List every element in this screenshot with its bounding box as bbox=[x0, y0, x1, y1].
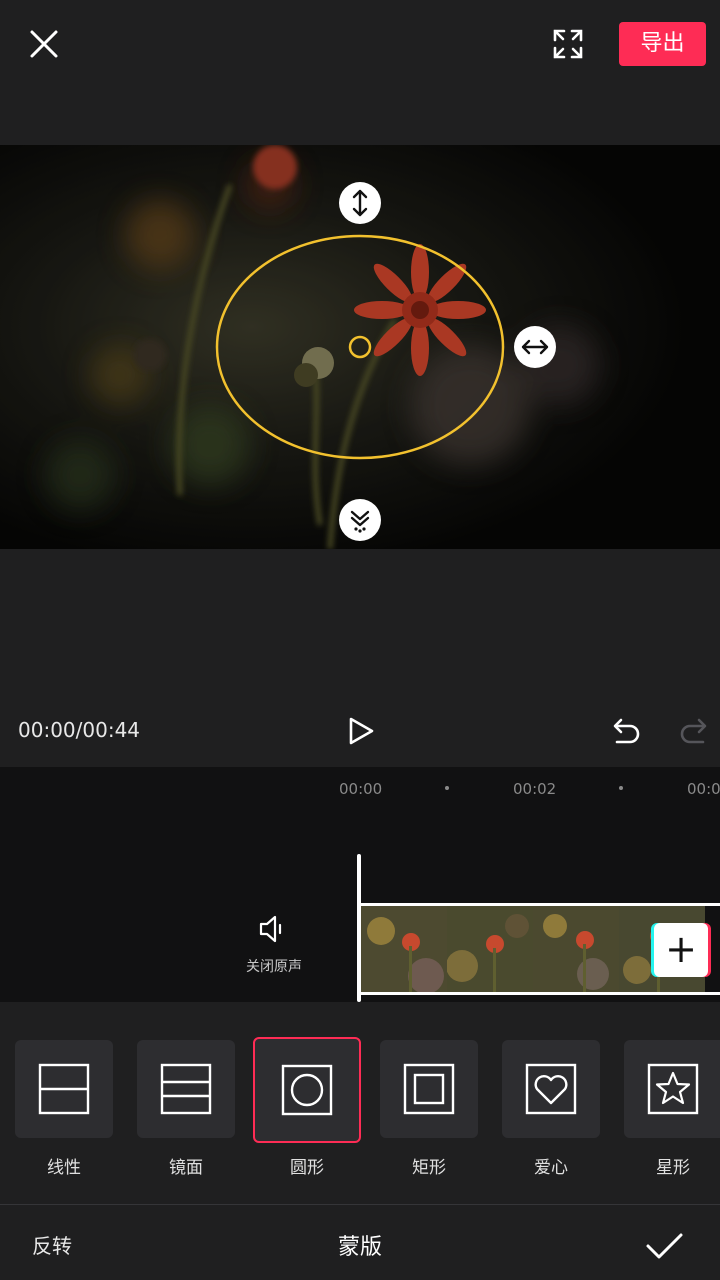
speaker-icon[interactable] bbox=[256, 912, 290, 946]
mask-label-heart: 爱心 bbox=[534, 1158, 568, 1178]
mask-label-circle: 圆形 bbox=[290, 1158, 324, 1178]
mask-option-heart[interactable] bbox=[502, 1040, 600, 1138]
mask-option-circle[interactable] bbox=[253, 1037, 361, 1143]
checkmark-icon[interactable] bbox=[644, 1226, 684, 1266]
mute-original-audio-label[interactable]: 关闭原声 bbox=[230, 956, 318, 976]
playhead[interactable] bbox=[357, 854, 361, 1002]
mask-option-mirror[interactable] bbox=[137, 1040, 235, 1138]
clip-thumbnail bbox=[361, 906, 447, 992]
mask-label-linear: 线性 bbox=[47, 1158, 81, 1178]
mask-option-rectangle[interactable] bbox=[380, 1040, 478, 1138]
circle-mask-icon bbox=[281, 1064, 333, 1116]
feather-handle-icon[interactable] bbox=[338, 498, 382, 542]
undo-icon[interactable] bbox=[608, 714, 642, 748]
ruler-tick-label: 00:00 bbox=[339, 780, 383, 798]
top-bar bbox=[0, 0, 720, 145]
clip-thumbnail bbox=[533, 906, 619, 992]
mask-label-mirror: 镜面 bbox=[169, 1158, 203, 1178]
close-icon[interactable] bbox=[24, 24, 64, 64]
ruler-tick-label: 00:02 bbox=[513, 780, 557, 798]
playback-time: 00:00/00:44 bbox=[18, 718, 141, 742]
horizontal-resize-handle-icon[interactable] bbox=[513, 325, 557, 369]
panel-title: 蒙版 bbox=[337, 1235, 382, 1260]
mask-label-star: 星形 bbox=[656, 1158, 690, 1178]
play-icon[interactable] bbox=[345, 715, 377, 747]
redo-icon[interactable] bbox=[678, 714, 712, 748]
mirror-mask-icon bbox=[160, 1063, 212, 1115]
clip-thumbnail bbox=[447, 906, 533, 992]
linear-mask-icon bbox=[38, 1063, 90, 1115]
mask-label-rectangle: 矩形 bbox=[412, 1158, 446, 1178]
ruler-dot bbox=[619, 786, 623, 790]
export-button[interactable]: 导出 bbox=[619, 22, 706, 66]
divider bbox=[0, 1204, 720, 1205]
ruler-tick-label: 00:0 bbox=[687, 780, 720, 798]
add-clip-button[interactable]: + bbox=[654, 923, 708, 977]
star-mask-icon bbox=[647, 1063, 699, 1115]
vertical-resize-handle-icon[interactable] bbox=[338, 181, 382, 225]
rectangle-mask-icon bbox=[403, 1063, 455, 1115]
mask-option-star[interactable] bbox=[624, 1040, 720, 1138]
ruler-dot bbox=[445, 786, 449, 790]
reverse-button[interactable]: 反转 bbox=[32, 1230, 72, 1259]
fullscreen-icon[interactable] bbox=[548, 24, 588, 64]
mask-option-linear[interactable] bbox=[15, 1040, 113, 1138]
heart-mask-icon bbox=[525, 1063, 577, 1115]
video-preview[interactable] bbox=[0, 145, 720, 549]
